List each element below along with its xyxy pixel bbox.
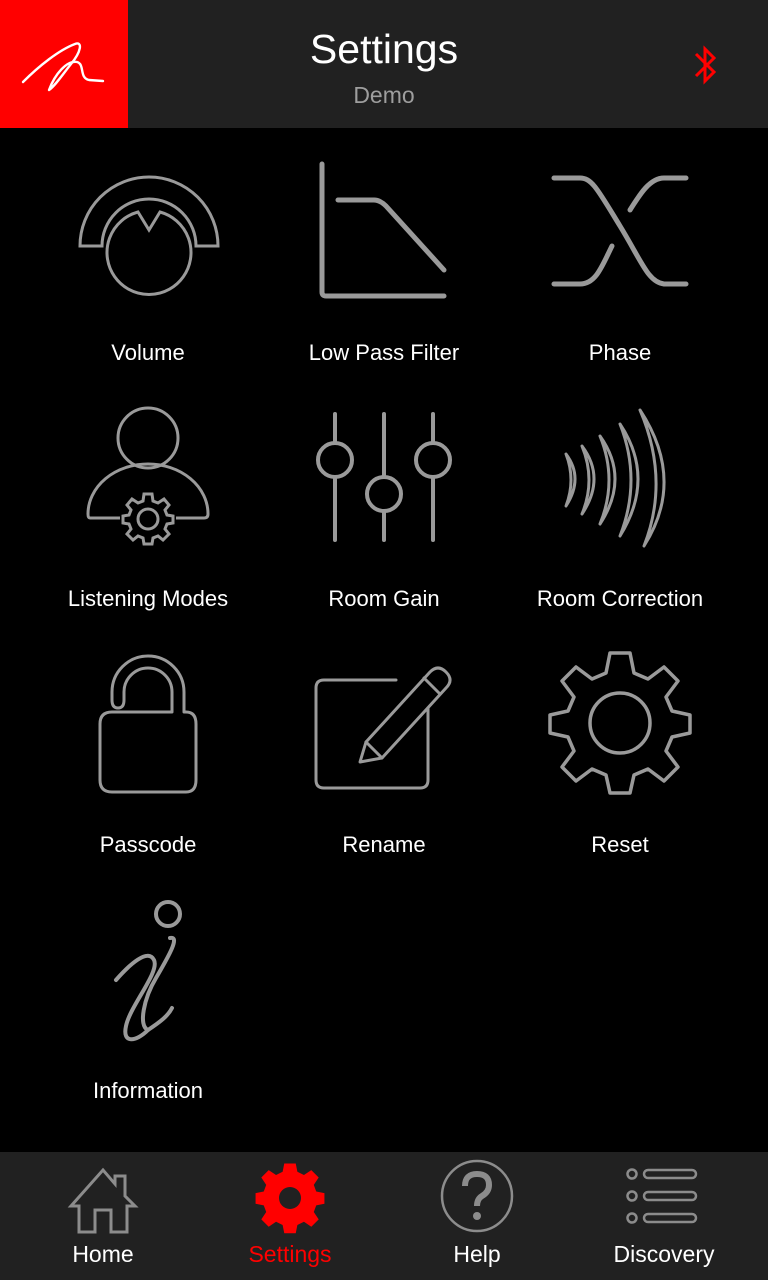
phase-icon [551, 175, 689, 287]
help-circle-icon [440, 1159, 514, 1233]
sliders-icon [316, 412, 452, 542]
edit-pencil-icon [314, 666, 452, 790]
tab-label: Help [453, 1241, 501, 1267]
tile-low-pass-filter[interactable]: Low Pass Filter [266, 138, 502, 384]
tile-information[interactable]: Information [30, 876, 266, 1122]
info-icon [114, 900, 182, 1042]
gear-icon [255, 1163, 325, 1234]
tile-label: Passcode [99, 832, 197, 857]
list-icon [626, 1168, 698, 1224]
tile-label: Room Gain [328, 586, 440, 611]
user-gear-icon [86, 406, 210, 546]
home-icon [67, 1167, 139, 1234]
tile-label: Information [92, 1078, 204, 1103]
tab-settings[interactable]: Settings [197, 1152, 383, 1280]
tile-volume[interactable]: Volume [30, 138, 266, 384]
tile-room-correction[interactable]: Room Correction [502, 384, 738, 630]
tile-reset[interactable]: Reset [502, 630, 738, 876]
bluetooth-icon [694, 45, 717, 85]
low-pass-filter-icon [319, 161, 447, 299]
sound-waves-icon [564, 408, 666, 548]
app-header: Settings Demo [0, 0, 768, 128]
tile-label: Volume [111, 340, 185, 365]
tile-label: Room Correction [536, 586, 704, 611]
tile-label: Low Pass Filter [308, 340, 460, 365]
tile-room-gain[interactable]: Room Gain [266, 384, 502, 630]
volume-knob-icon [78, 175, 220, 296]
tile-label: Reset [591, 832, 649, 857]
tile-passcode[interactable]: Passcode [30, 630, 266, 876]
device-name: Demo [353, 82, 415, 108]
tile-listening-modes[interactable]: Listening Modes [30, 384, 266, 630]
page-title: Settings [309, 26, 459, 72]
tile-label: Listening Modes [67, 586, 229, 611]
tile-rename[interactable]: Rename [266, 630, 502, 876]
tab-help[interactable]: Help [384, 1152, 570, 1280]
bluetooth-button[interactable] [686, 42, 724, 88]
tab-label: Settings [248, 1241, 332, 1267]
gear-icon [548, 651, 692, 795]
tab-discovery[interactable]: Discovery [571, 1152, 757, 1280]
tab-home[interactable]: Home [10, 1152, 196, 1280]
bottom-tab-bar: Home Settings Help Discovery [0, 1152, 768, 1280]
tab-label: Home [72, 1241, 134, 1267]
tab-label: Discovery [613, 1241, 715, 1267]
tile-label: Phase [588, 340, 652, 365]
tile-label: Rename [342, 832, 426, 857]
unlocked-padlock-icon [98, 654, 198, 794]
tile-phase[interactable]: Phase [502, 138, 738, 384]
